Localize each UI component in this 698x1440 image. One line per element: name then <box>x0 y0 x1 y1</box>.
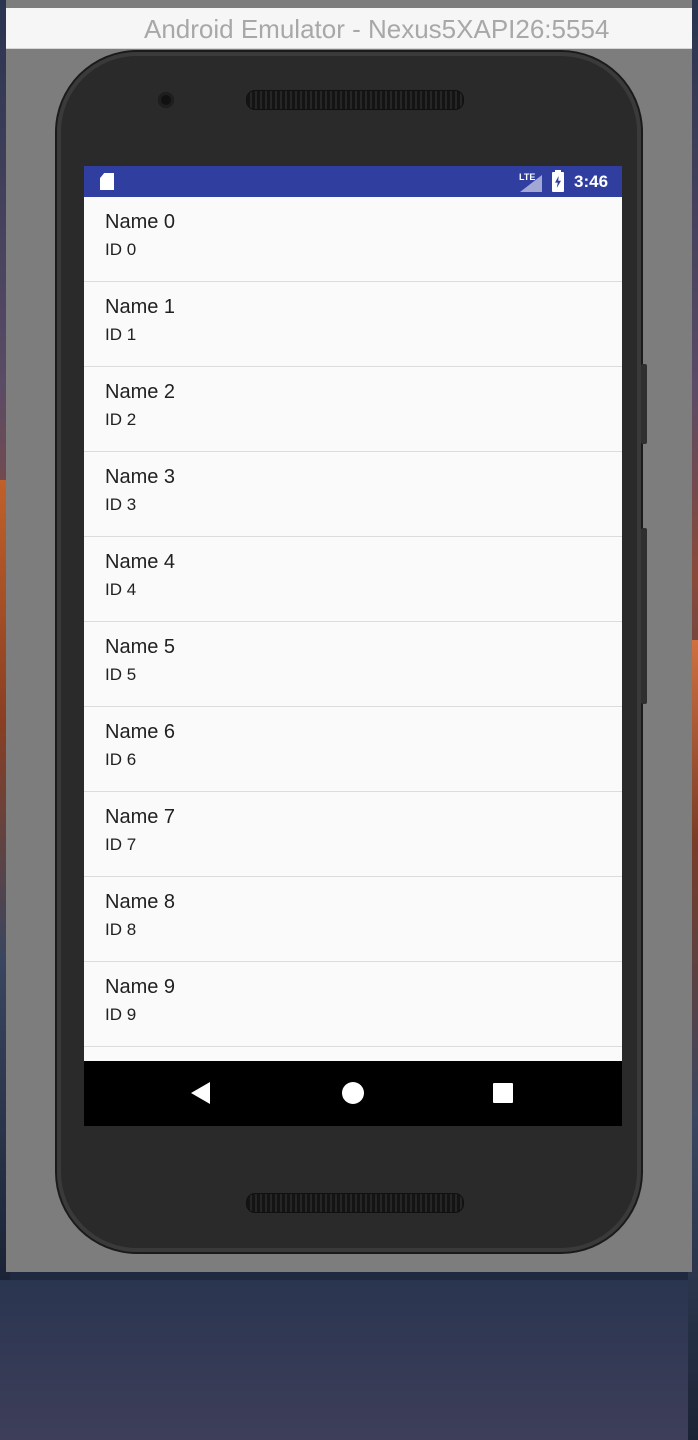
item-name: Name 4 <box>105 551 176 573</box>
item-name: Name 0 <box>105 211 176 233</box>
item-name: Name 6 <box>105 721 176 743</box>
status-bar: LTE 3:46 <box>84 166 622 197</box>
home-icon[interactable] <box>342 1082 364 1104</box>
item-name: Name 7 <box>105 806 176 828</box>
top-speaker-grille <box>246 90 464 110</box>
front-camera <box>158 92 174 108</box>
navigation-bar <box>84 1061 622 1126</box>
back-icon[interactable] <box>191 1082 210 1104</box>
item-name: Name 8 <box>105 891 176 913</box>
list-item[interactable]: Name 5 ID 5 <box>84 622 622 707</box>
item-id: ID 9 <box>105 1005 137 1024</box>
bottom-speaker-grille <box>246 1193 464 1213</box>
list-item[interactable]: Name 1 ID 1 <box>84 282 622 367</box>
item-id: ID 4 <box>105 580 137 599</box>
list-item[interactable]: Name 4 ID 4 <box>84 537 622 622</box>
network-type-label: LTE <box>519 172 536 182</box>
power-button[interactable] <box>641 528 647 704</box>
window-title: Android Emulator - Nexus5XAPI26:5554 <box>144 14 610 44</box>
list-item[interactable] <box>84 1047 622 1061</box>
item-id: ID 6 <box>105 750 137 769</box>
item-list[interactable]: Name 0 ID 0 Name 1 ID 1 Name 2 ID 2 Name… <box>84 197 622 1061</box>
list-item[interactable]: Name 3 ID 3 <box>84 452 622 537</box>
item-id: ID 5 <box>105 665 137 684</box>
item-name: Name 3 <box>105 466 176 488</box>
battery-charging-icon <box>552 170 564 192</box>
item-id: ID 2 <box>105 410 137 429</box>
item-id: ID 0 <box>105 240 137 259</box>
item-name: Name 2 <box>105 381 176 403</box>
status-clock: 3:46 <box>574 172 609 191</box>
phone-frame: LTE 3:46 Name 0 ID 0 Name 1 ID 1 Name 2 … <box>57 52 647 1252</box>
device-screen: LTE 3:46 Name 0 ID 0 Name 1 ID 1 Name 2 … <box>84 166 622 1126</box>
item-name: Name 5 <box>105 636 176 658</box>
item-id: ID 7 <box>105 835 137 854</box>
emulator-window: Android Emulator - Nexus5XAPI26:5554 LTE… <box>6 0 692 1272</box>
volume-button[interactable] <box>641 364 647 444</box>
window-titlebar[interactable]: Android Emulator - Nexus5XAPI26:5554 <box>6 8 692 49</box>
list-item[interactable]: Name 0 ID 0 <box>84 197 622 282</box>
item-name: Name 1 <box>105 296 176 318</box>
item-id: ID 3 <box>105 495 137 514</box>
item-id: ID 8 <box>105 920 137 939</box>
list-item[interactable]: Name 8 ID 8 <box>84 877 622 962</box>
sd-card-icon <box>100 173 114 190</box>
item-id: ID 1 <box>105 325 137 344</box>
list-item[interactable]: Name 7 ID 7 <box>84 792 622 877</box>
list-item[interactable]: Name 9 ID 9 <box>84 962 622 1047</box>
list-item[interactable]: Name 2 ID 2 <box>84 367 622 452</box>
item-name: Name 9 <box>105 976 176 998</box>
recents-icon[interactable] <box>493 1083 513 1103</box>
list-item[interactable]: Name 6 ID 6 <box>84 707 622 792</box>
